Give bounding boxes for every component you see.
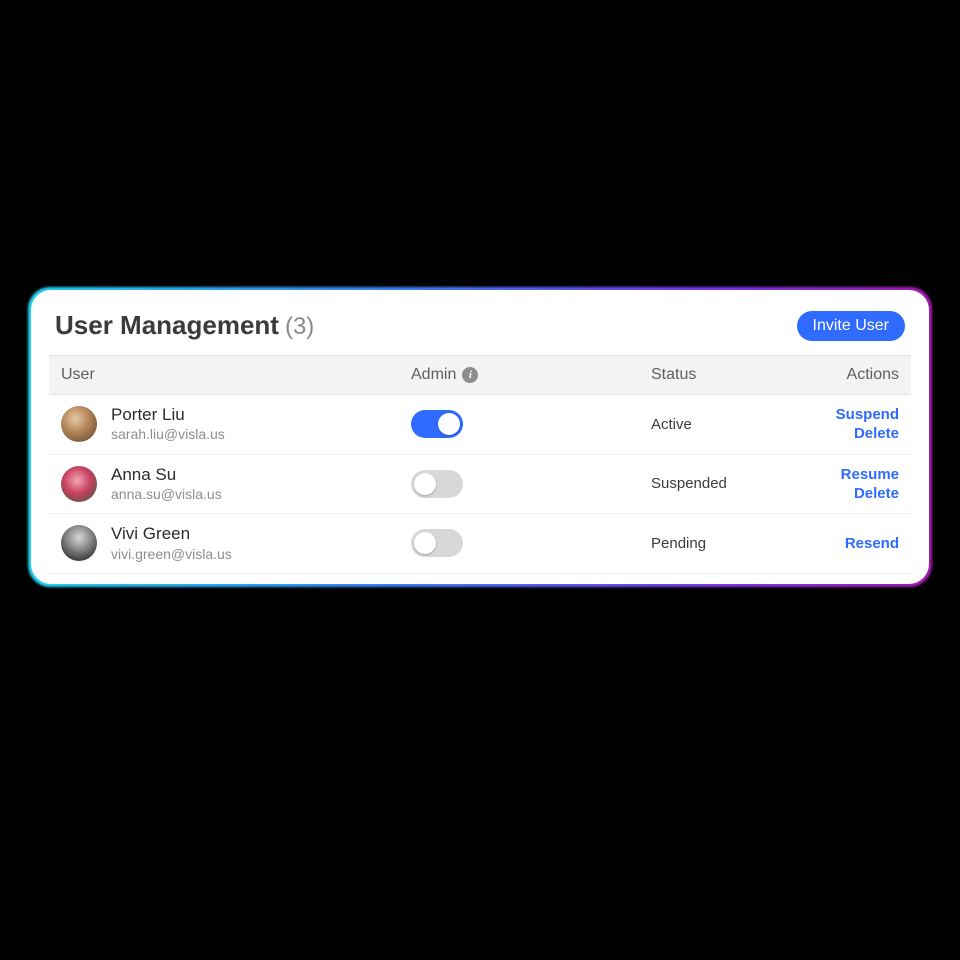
actions-cell: Resend [821,535,899,552]
suspend-link[interactable]: Suspend [836,406,899,423]
admin-cell [411,470,651,498]
user-management-card: User Management (3) Invite User User Adm… [31,290,929,584]
user-name: Anna Su [111,465,222,485]
toggle-knob [414,532,436,554]
avatar [61,466,97,502]
table-row: Vivi Green vivi.green@visla.us Pending R… [49,514,911,574]
user-cell: Anna Su anna.su@visla.us [61,465,411,504]
table-row: Porter Liu sarah.liu@visla.us Active Sus… [49,395,911,455]
table-header-row: User Admin i Status Actions [49,355,911,395]
delete-link[interactable]: Delete [854,425,899,442]
status-cell: Active [651,416,821,433]
delete-link[interactable]: Delete [854,485,899,502]
admin-toggle[interactable] [411,470,463,498]
user-identity: Anna Su anna.su@visla.us [111,465,222,504]
avatar [61,406,97,442]
title-block: User Management (3) [55,310,314,341]
table-row: Anna Su anna.su@visla.us Suspended Resum… [49,455,911,515]
user-email: vivi.green@visla.us [111,545,232,563]
card-body: User Management (3) Invite User User Adm… [31,290,929,584]
user-name: Porter Liu [111,405,225,425]
resume-link[interactable]: Resume [841,466,899,483]
user-cell: Porter Liu sarah.liu@visla.us [61,405,411,444]
avatar [61,525,97,561]
user-email: sarah.liu@visla.us [111,425,225,443]
resend-link[interactable]: Resend [845,535,899,552]
users-table: User Admin i Status Actions Porter Liu s… [49,355,911,574]
toggle-knob [438,413,460,435]
status-cell: Suspended [651,475,821,492]
user-name: Vivi Green [111,524,232,544]
user-cell: Vivi Green vivi.green@visla.us [61,524,411,563]
user-identity: Porter Liu sarah.liu@visla.us [111,405,225,444]
column-header-user: User [61,366,411,384]
info-icon[interactable]: i [462,367,478,383]
user-email: anna.su@visla.us [111,485,222,503]
status-cell: Pending [651,535,821,552]
invite-user-button[interactable]: Invite User [797,311,905,341]
column-header-actions: Actions [821,366,899,384]
column-header-admin-label: Admin [411,366,456,384]
toggle-knob [414,473,436,495]
admin-toggle[interactable] [411,410,463,438]
column-header-status: Status [651,366,821,384]
column-header-admin: Admin i [411,366,651,384]
user-count: (3) [285,313,314,341]
actions-cell: Resume Delete [821,466,899,502]
admin-toggle[interactable] [411,529,463,557]
card-header: User Management (3) Invite User [49,306,911,355]
user-identity: Vivi Green vivi.green@visla.us [111,524,232,563]
admin-cell [411,529,651,557]
admin-cell [411,410,651,438]
actions-cell: Suspend Delete [821,406,899,442]
page-title: User Management [55,310,279,341]
